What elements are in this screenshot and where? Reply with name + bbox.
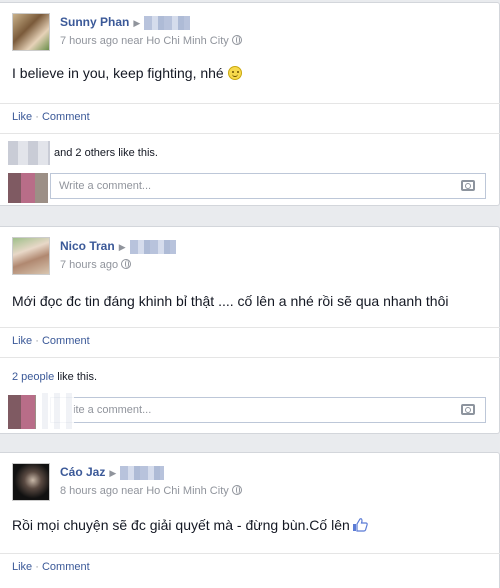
commenter-avatar: [8, 395, 36, 429]
likes-row: 2 people like this.: [0, 365, 500, 391]
post-meta: 7 hours ago: [60, 259, 132, 271]
arrow-right-icon: ▶: [133, 18, 141, 28]
post-meta: 7 hours ago near Ho Chi Minh City: [60, 35, 242, 47]
post-timestamp[interactable]: 7 hours ago near Ho Chi Minh City: [60, 35, 229, 47]
post-actions: Like · Comment: [12, 111, 90, 123]
avatar[interactable]: [12, 13, 50, 51]
arrow-right-icon: ▶: [118, 242, 126, 252]
likes-row: and 2 others like this.: [0, 141, 500, 167]
avatar[interactable]: [12, 237, 50, 275]
likes-text: 2 people like this.: [12, 371, 97, 383]
recipient-name-blurred[interactable]: [120, 465, 165, 480]
post-text: Mới đọc đc tin đáng khinh bỉ thật .... c…: [12, 293, 448, 309]
post-card: Cáo Jaz ▶ 8 hours ago near Ho Chi Minh Ci…: [0, 452, 500, 588]
blurred-overlay: [36, 393, 74, 429]
likes-text[interactable]: and 2 others like this.: [54, 147, 158, 159]
comment-placeholder: Write a comment...: [59, 180, 152, 192]
post-meta: 8 hours ago near Ho Chi Minh City: [60, 485, 242, 497]
avatar[interactable]: [12, 463, 50, 501]
post-card: Nico Tran ▶ 7 hours ago Mới đọc đc tin đá…: [0, 226, 500, 434]
divider: [0, 553, 500, 554]
author-line: Cáo Jaz ▶: [60, 465, 165, 480]
author-line: Nico Tran ▶: [60, 239, 176, 254]
post-message: I believe in you, keep fighting, nhé: [12, 65, 224, 81]
divider: [0, 133, 500, 134]
post-message: Rồi mọi chuyện sẽ đc giải quyết mà - đừn…: [12, 517, 350, 533]
comment-link[interactable]: Comment: [42, 111, 90, 123]
post-header: Sunny Phan ▶ 7 hours ago near Ho Chi Minh…: [0, 3, 499, 53]
post-actions: Like · Comment: [12, 561, 90, 573]
author-line: Sunny Phan ▶: [60, 15, 191, 30]
post-actions: Like · Comment: [12, 335, 90, 347]
divider: [0, 103, 500, 104]
recipient-name-blurred[interactable]: [129, 239, 176, 254]
camera-icon[interactable]: [461, 404, 475, 415]
comment-placeholder: ite a comment...: [73, 404, 152, 416]
action-separator: ·: [32, 335, 42, 347]
globe-icon[interactable]: [231, 485, 242, 495]
post-message: Mới đọc đc tin đáng khinh bỉ thật .... c…: [12, 293, 449, 309]
post-text: Rồi mọi chuyện sẽ đc giải quyết mà - đừn…: [12, 517, 368, 533]
thumbs-up-icon: [352, 518, 368, 532]
divider: [0, 327, 500, 328]
liker-avatars-blurred[interactable]: [8, 141, 50, 165]
globe-icon[interactable]: [231, 35, 242, 45]
comment-input[interactable]: ite a comment...: [50, 397, 486, 423]
like-link[interactable]: Like: [12, 335, 32, 347]
action-separator: ·: [32, 561, 42, 573]
commenter-avatar: [8, 173, 48, 203]
comment-input[interactable]: Write a comment...: [50, 173, 486, 199]
post-timestamp[interactable]: 7 hours ago: [60, 259, 118, 271]
recipient-name-blurred[interactable]: [144, 15, 191, 30]
likes-suffix: like this.: [54, 371, 98, 383]
arrow-right-icon: ▶: [109, 468, 117, 478]
camera-icon[interactable]: [461, 180, 475, 191]
author-name[interactable]: Cáo Jaz: [60, 465, 105, 479]
post-card: Sunny Phan ▶ 7 hours ago near Ho Chi Minh…: [0, 2, 500, 206]
like-link[interactable]: Like: [12, 561, 32, 573]
globe-icon[interactable]: [121, 259, 132, 269]
comment-link[interactable]: Comment: [42, 561, 90, 573]
comment-link[interactable]: Comment: [42, 335, 90, 347]
post-timestamp[interactable]: 8 hours ago near Ho Chi Minh City: [60, 485, 229, 497]
author-name[interactable]: Sunny Phan: [60, 15, 129, 29]
like-link[interactable]: Like: [12, 111, 32, 123]
likes-count-link[interactable]: 2 people: [12, 371, 54, 383]
post-header: Nico Tran ▶ 7 hours ago: [0, 227, 499, 277]
action-separator: ·: [32, 111, 42, 123]
post-header: Cáo Jaz ▶ 8 hours ago near Ho Chi Minh Ci…: [0, 453, 499, 503]
author-name[interactable]: Nico Tran: [60, 239, 115, 253]
post-text: I believe in you, keep fighting, nhé: [12, 65, 242, 81]
divider: [0, 357, 500, 358]
smiley-icon: [227, 66, 242, 80]
